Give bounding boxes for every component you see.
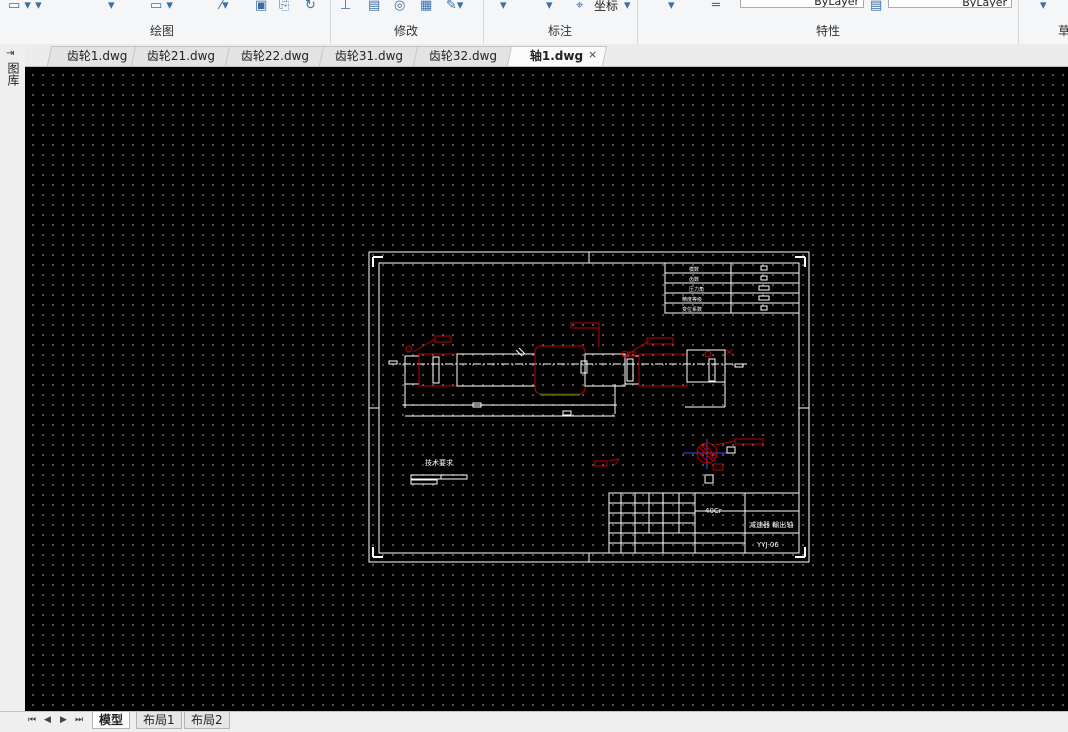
rotate-icon[interactable]: ↻ [305,0,316,12]
chevron-down-icon[interactable]: ▾ [668,0,675,12]
dimension-icon[interactable]: ▾ [500,0,507,12]
tab-label: 齿轮21.dwg [146,49,215,63]
tab-label: 齿轮1.dwg [66,49,128,63]
tab-gear22[interactable]: 齿轮22.dwg [224,46,326,66]
tab-model[interactable]: 模型 [92,712,131,729]
library-panel-tab[interactable]: 图库 [5,62,20,86]
tab-layout2[interactable]: 布局2 [184,712,230,729]
color-select[interactable]: ByLayer [888,0,1012,8]
first-layout-icon[interactable]: ⏮ [28,715,36,725]
color-icon[interactable]: ▤ [870,0,882,12]
dropdown-icon[interactable]: ▾ [108,0,115,12]
param-row: 压力角 [689,286,704,293]
tab-label: 齿轮32.dwg [428,49,497,63]
drawing-canvas[interactable]: 模数 齿数 压力角 精度等级 变位系数 技术要求 40Cr 减速器 輸出轴 YY… [25,67,1068,711]
corner-marks [372,256,806,558]
part-name-text: 减速器 輸出轴 [749,520,793,529]
shaft-view [388,322,747,417]
tab-gear32[interactable]: 齿轮32.dwg [412,46,514,66]
tech-req-label: 技术要求 [425,458,453,467]
draw-tool-icon[interactable]: ▭ ▾ [150,0,173,12]
chevron-down-icon[interactable]: ▾ [1040,0,1047,12]
tab-layout1[interactable]: 布局1 [136,712,182,729]
draw-tool-icon[interactable]: ▭ ▾ ▾ [8,0,42,12]
ribbon: ▭ ▾ ▾ ▾ ▭ ▾ ⁄▾ ▣ ⎘ ↻ ⊥ ▤ ◎ ▦ ✎▾ ▾ ▾ ⌖ 坐标… [0,0,1068,45]
array-icon[interactable]: ▦ [420,0,432,12]
edit-icon[interactable]: ✎▾ [446,0,463,12]
document-tabbar: 齿轮1.dwg 齿轮21.dwg 齿轮22.dwg 齿轮31.dwg 齿轮32.… [25,44,1068,67]
modify-tool-icon[interactable]: ▣ [255,0,267,12]
param-row: 变位系数 [682,306,702,313]
group-label-properties: 特性 [816,24,841,38]
coordinate-button[interactable]: 坐标 [594,0,618,14]
tab-label: 齿轮31.dwg [334,49,403,63]
group-label-more: 草 [1058,24,1068,38]
layout-tabbar: ⏮ ◀ ▶ ⏭ 模型 布局1 布局2 [0,711,1068,732]
group-separator [1018,0,1019,44]
cad-drawing: 模数 齿数 压力角 精度等级 变位系数 技术要求 40Cr 减速器 輸出轴 YY… [368,251,810,563]
tab-gear31[interactable]: 齿轮31.dwg [318,46,420,66]
line-tool-icon[interactable]: ⁄▾ [220,0,229,12]
tab-label: 齿轮22.dwg [240,49,309,63]
tab-gear21[interactable]: 齿轮21.dwg [130,46,232,66]
param-row: 精度等级 [682,296,702,303]
dimension-icon[interactable]: ▾ [546,0,553,12]
material-text: 40Cr [705,507,722,515]
prev-layout-icon[interactable]: ◀ [44,715,51,725]
linetype-select[interactable]: ByLayer [740,0,864,8]
drawing-number-text: YYJ-06 [756,541,779,549]
lineweight-icon[interactable]: ═ [712,0,720,12]
copy-icon[interactable]: ⎘ [279,0,289,12]
next-layout-icon[interactable]: ▶ [60,715,67,725]
close-tab-icon[interactable]: × [588,48,597,61]
group-label-modify: 修改 [394,24,419,38]
group-label-annotate: 标注 [548,24,573,38]
group-separator [637,0,638,44]
pin-icon[interactable]: ⇥ [6,48,14,59]
mirror-icon[interactable]: ⊥ [340,0,351,12]
group-separator [330,0,331,44]
coordinate-icon[interactable]: ⌖ [576,0,583,12]
sheet-inner-frame [378,262,800,554]
last-layout-icon[interactable]: ⏭ [75,715,83,725]
circle-icon[interactable]: ◎ [394,0,405,12]
tab-label: 轴1.dwg [530,49,584,63]
library-sidebar: ⇥ 图库 [0,44,26,714]
group-label-draw: 绘图 [150,24,175,38]
param-table [664,262,800,314]
sheet-outer-frame [368,251,810,563]
group-separator [483,0,484,44]
param-row: 齿数 [689,276,699,283]
stretch-icon[interactable]: ▤ [368,0,380,12]
param-row: 模数 [689,266,699,273]
chevron-down-icon[interactable]: ▾ [624,0,631,12]
section-view [594,438,764,484]
